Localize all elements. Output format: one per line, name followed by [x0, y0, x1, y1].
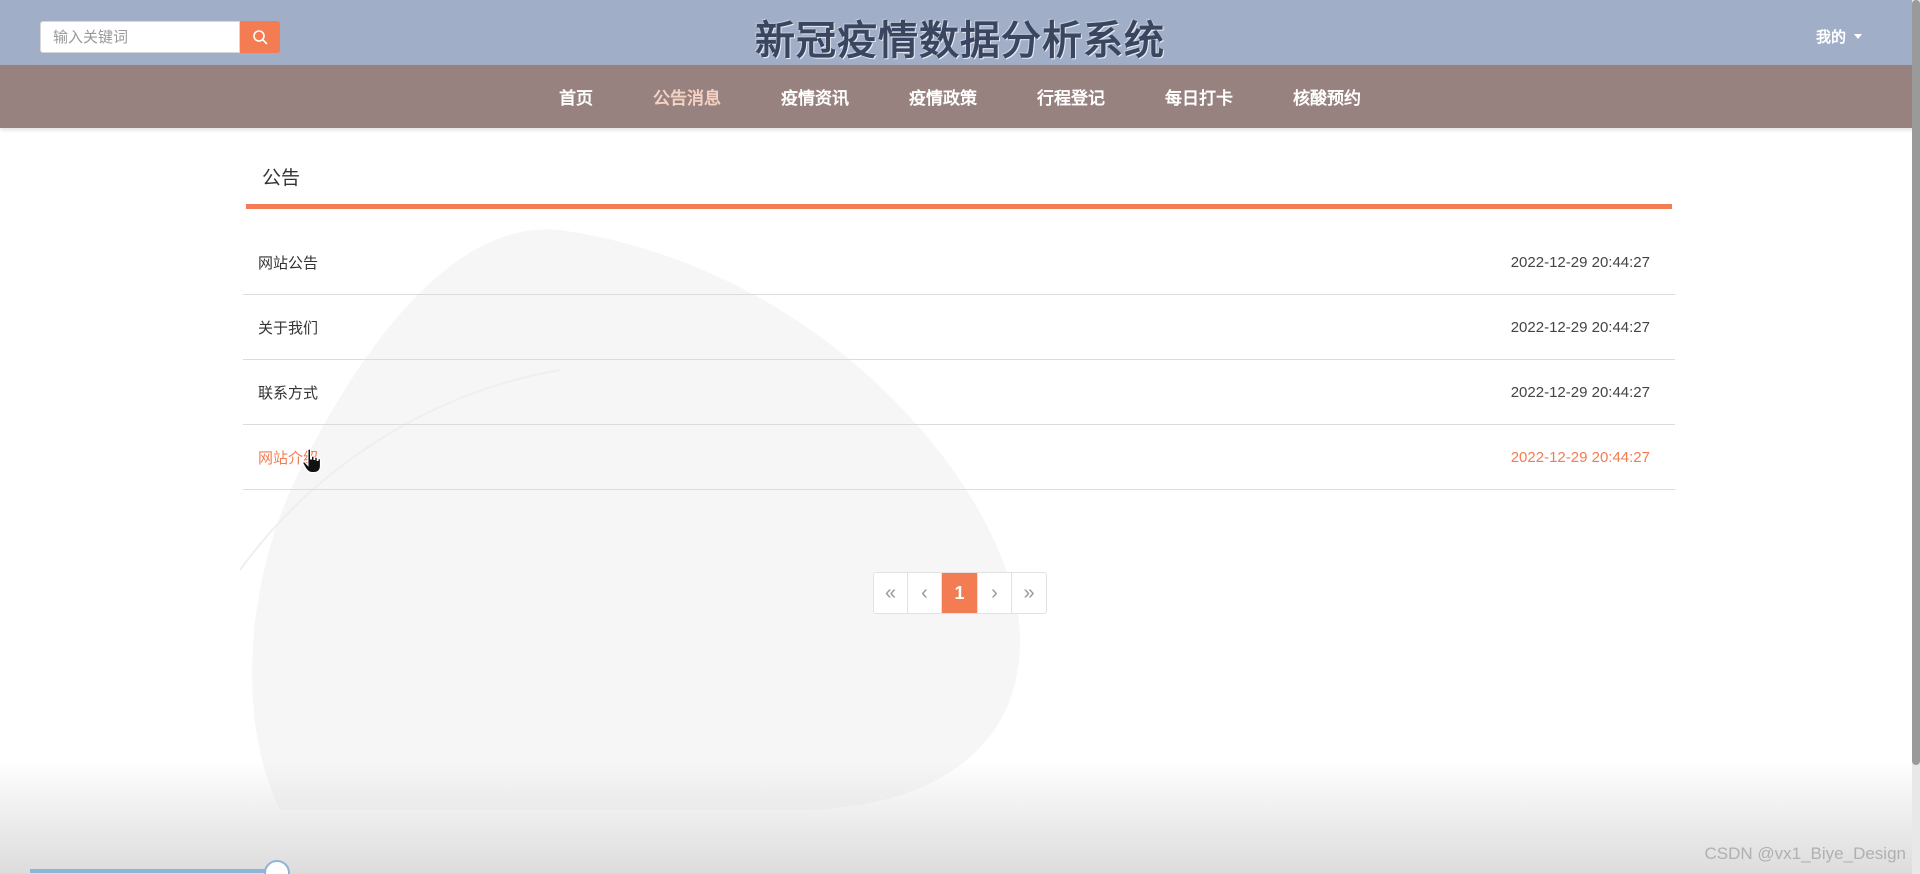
site-title: 新冠疫情数据分析系统: [755, 18, 1165, 64]
notice-row[interactable]: 关于我们 2022-12-29 20:44:27: [243, 295, 1675, 360]
notice-row[interactable]: 联系方式 2022-12-29 20:44:27: [243, 360, 1675, 425]
last-page-button[interactable]: »: [1012, 573, 1046, 613]
section-title: 公告: [262, 167, 301, 189]
watermark: CSDN @vx1_Biye_Design: [1704, 844, 1906, 863]
nav-item-policy[interactable]: 疫情政策: [879, 84, 1007, 109]
scrollbar-thumb[interactable]: [1912, 0, 1920, 765]
user-menu-label: 我的: [1815, 28, 1846, 46]
nav-item-test-booking[interactable]: 核酸预约: [1263, 84, 1391, 109]
notice-date: 2022-12-29 20:44:27: [1510, 448, 1650, 466]
notice-list: 网站公告 2022-12-29 20:44:27 关于我们 2022-12-29…: [243, 230, 1675, 490]
section-divider: [246, 204, 1672, 209]
notice-title: 网站介绍: [258, 448, 319, 467]
notice-row-hovered[interactable]: 网站介绍 2022-12-29 20:44:27: [243, 425, 1675, 490]
notice-row[interactable]: 网站公告 2022-12-29 20:44:27: [243, 230, 1675, 295]
nav-item-travel-registration[interactable]: 行程登记: [1007, 84, 1135, 109]
notice-title: 关于我们: [258, 318, 319, 337]
slider-handle[interactable]: [264, 860, 290, 874]
footer-fade: [0, 760, 1920, 874]
prev-page-button[interactable]: ‹: [908, 573, 942, 613]
main-nav: 首页 公告消息 疫情资讯 疫情政策 行程登记 每日打卡 核酸预约: [0, 65, 1920, 128]
first-page-button[interactable]: «: [874, 573, 908, 613]
notice-date: 2022-12-29 20:44:27: [1510, 383, 1650, 401]
notice-title: 网站公告: [258, 253, 319, 272]
user-menu[interactable]: 我的: [1816, 26, 1862, 47]
caret-down-icon: [1854, 34, 1862, 39]
notice-title: 联系方式: [258, 383, 319, 402]
vertical-scrollbar[interactable]: [1912, 0, 1920, 874]
nav-item-daily-checkin[interactable]: 每日打卡: [1135, 84, 1263, 109]
nav-item-notices[interactable]: 公告消息: [623, 84, 751, 109]
top-header: 输入关键词 新冠疫情数据分析系统 我的: [0, 0, 1920, 65]
notice-date: 2022-12-29 20:44:27: [1510, 253, 1650, 271]
nav-item-home[interactable]: 首页: [529, 84, 623, 109]
notice-date: 2022-12-29 20:44:27: [1510, 318, 1650, 336]
current-page-button[interactable]: 1: [942, 573, 978, 613]
pagination: « ‹ 1 › »: [873, 572, 1047, 614]
slider-track[interactable]: [30, 869, 276, 873]
nav-item-news[interactable]: 疫情资讯: [751, 84, 879, 109]
next-page-button[interactable]: ›: [978, 573, 1012, 613]
